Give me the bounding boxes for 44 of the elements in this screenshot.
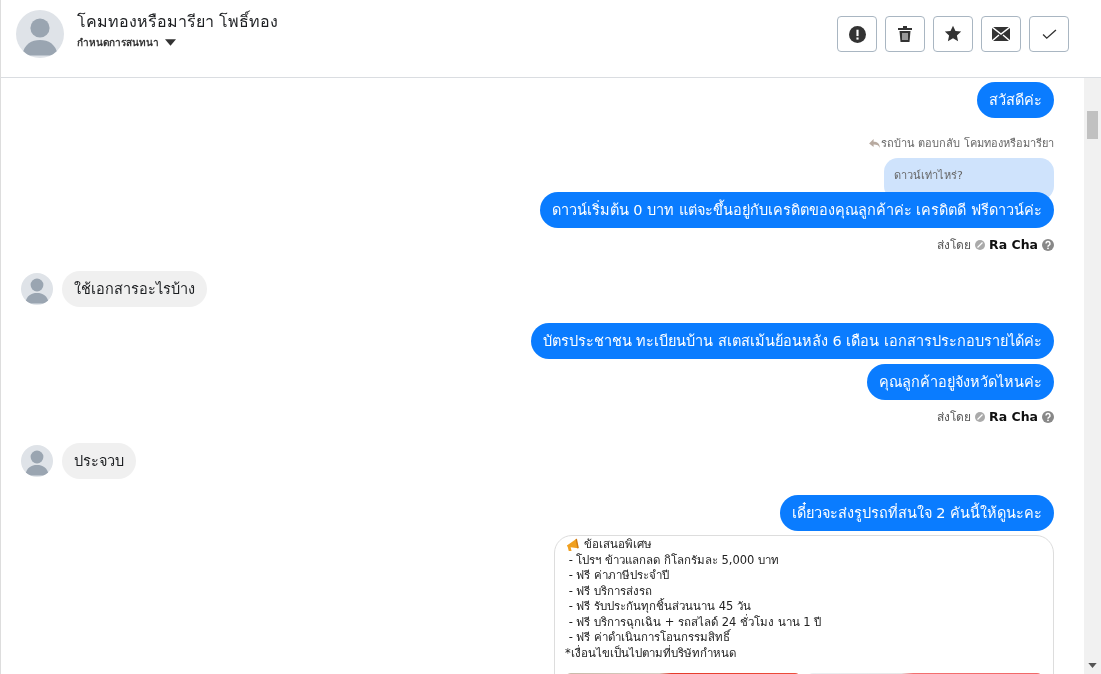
avatar <box>21 445 53 477</box>
blocked-icon <box>975 239 986 250</box>
scroll-down-arrow-icon[interactable] <box>1088 663 1097 668</box>
agent-name: Ra Cha <box>989 237 1038 252</box>
trash-icon <box>898 26 912 42</box>
blocked-icon <box>975 411 986 422</box>
megaphone-icon <box>565 537 580 553</box>
avatar <box>16 10 64 58</box>
received-message: ประจวบ <box>62 443 136 479</box>
alert-icon <box>848 25 866 43</box>
report-button[interactable] <box>837 16 877 52</box>
offer-line: - โปรฯ ข้าวแลกลด กิโลกรัมละ 5,000 บาท <box>567 552 780 568</box>
offer-line: - ฟรี ค่าภาษีประจำปี <box>567 568 671 584</box>
sent-message: เดี๋ยวจะส่งรูปรถที่สนใจ 2 คันนี้ให้ดูนะคะ <box>779 495 1054 531</box>
reply-note: รถบ้าน ตอบกลับ โคมทองหรือมารียา <box>881 136 1054 152</box>
sent-message: ดาวน์เริ่มต้น 0 บาท แต่จะขึ้นอยู่กับเครดิตของคุณลูกค้าค่ะ เครดิตดี ฟรีดาวน์ค่ะ <box>539 192 1054 228</box>
sent-by-label: ส่งโดย <box>937 409 972 426</box>
sent-message: คุณลูกค้าอยู่จังหวัดไหนค่ะ <box>867 364 1054 400</box>
avatar <box>21 273 53 305</box>
star-icon <box>944 25 962 43</box>
offer-line: - ฟรี บริการฉุกเฉิน + รถสไลด์ 24 ชั่วโมง นาน 1 ปี <box>567 614 823 629</box>
mail-button[interactable] <box>981 16 1021 52</box>
sent-by-label: ส่งโดย <box>937 237 972 254</box>
sent-message: บัตรประชาชน ทะเบียนบ้าน สเตสเม้นย้อนหลัง 6 เดือน เอกสารประกอบรายได้ค่ะ <box>530 323 1054 359</box>
offer-line: - ฟรี บริการส่งรถ <box>567 583 654 598</box>
help-icon <box>1042 410 1054 423</box>
sent-message: สวัสดีค่ะ <box>977 82 1054 118</box>
star-button[interactable] <box>933 16 973 52</box>
offer-line: - ฟรี รับประกันทุกชิ้นส่วนนาน 45 วัน <box>567 599 753 614</box>
envelope-icon <box>992 27 1010 41</box>
delete-button[interactable] <box>885 16 925 52</box>
scrollbar[interactable] <box>1084 78 1101 674</box>
contact-name: โคมทองหรือมารียา โพธิ์ทอง <box>77 11 279 33</box>
conversation-schedule-dropdown[interactable]: กำหนดการสนทนา <box>77 35 279 50</box>
received-message: ใช้เอกสารอะไรบ้าง <box>62 271 207 307</box>
scrollbar-thumb[interactable] <box>1087 111 1098 139</box>
agent-name: Ra Cha <box>989 409 1038 424</box>
checkmark-icon <box>1041 28 1057 40</box>
caret-icon <box>165 39 176 46</box>
help-icon <box>1042 238 1054 251</box>
offer-line: *เงื่อนไขเป็นไปตามที่บริษัทกำหนด <box>565 645 737 661</box>
offer-title: ข้อเสนอพิเศษ <box>584 537 652 553</box>
offer-line: - ฟรี ค่าดำเนินการโอนกรรมสิทธิ์ <box>567 630 732 645</box>
reply-icon <box>869 138 880 148</box>
